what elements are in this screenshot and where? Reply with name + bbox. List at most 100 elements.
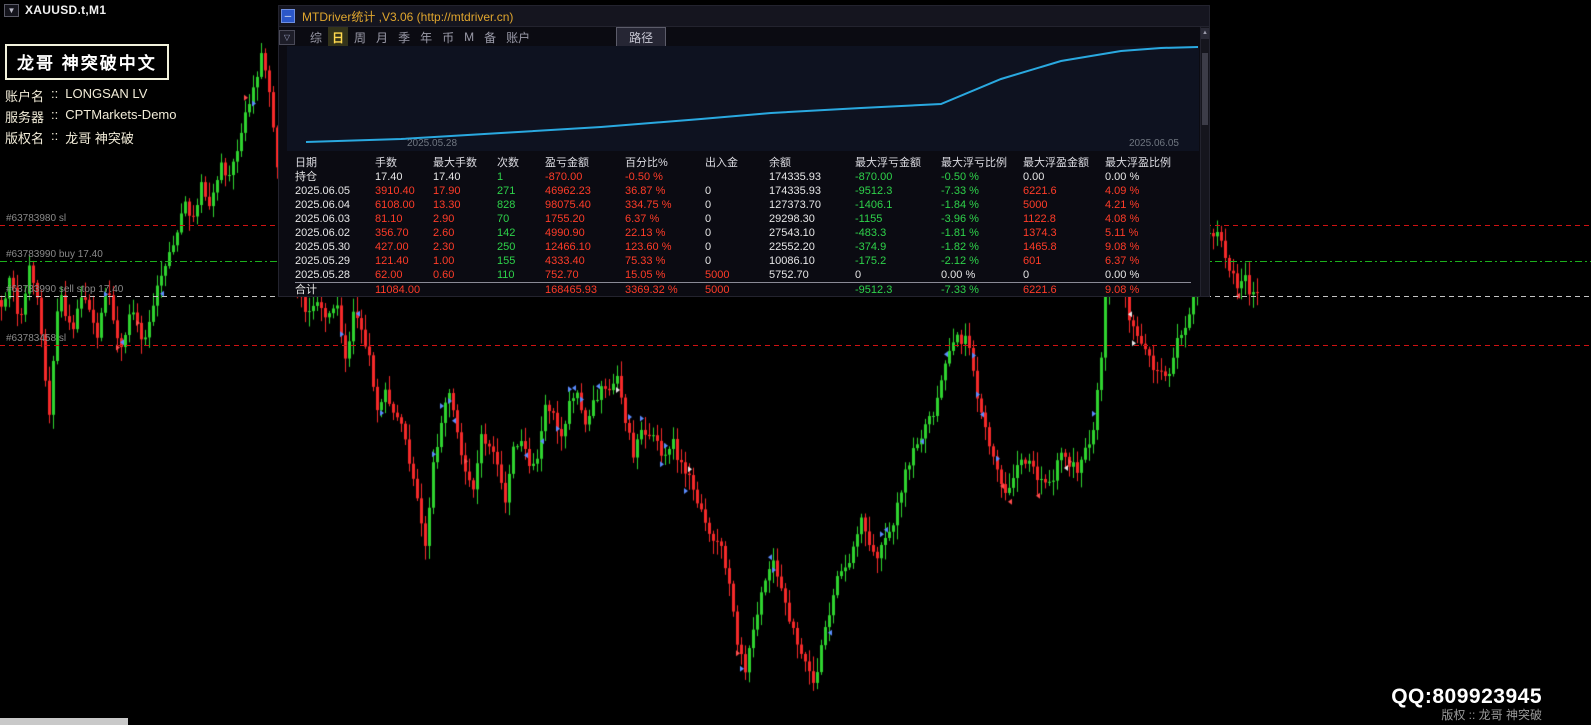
- table-cell: -3.96 %: [941, 213, 979, 225]
- table-cell: 2025.06.03: [295, 213, 351, 225]
- table-cell: -7.33 %: [941, 185, 979, 197]
- column-header: 最大浮盈比例: [1105, 157, 1171, 169]
- table-cell: 0.00 %: [941, 269, 976, 281]
- tab-年[interactable]: 年: [416, 27, 436, 48]
- total-cell: [433, 282, 497, 296]
- table-cell: 1122.8: [1023, 213, 1056, 225]
- tab-月[interactable]: 月: [372, 27, 392, 48]
- total-cell: [769, 282, 855, 296]
- column-header: 百分比%: [625, 157, 668, 169]
- trading-terminal: #63783980 sl #63783990 buy 17.40 #63783990…: [0, 0, 1591, 725]
- column-header: 余额: [769, 157, 791, 169]
- total-cell: 9.08 %: [1105, 282, 1191, 296]
- table-cell: 6108.00: [375, 199, 415, 211]
- copyright-label: 版权名: [5, 131, 45, 146]
- column-header: 最大浮亏比例: [941, 157, 1007, 169]
- table-cell: 0: [705, 185, 712, 197]
- tab-综[interactable]: 综: [306, 27, 326, 48]
- total-cell: 6221.6: [1023, 282, 1105, 296]
- column-header: 盈亏金额: [545, 157, 589, 169]
- equity-start-date: 2025.05.28: [407, 138, 458, 149]
- table-cell: 70: [497, 213, 510, 225]
- table-cell: 1: [497, 171, 504, 183]
- order-line[interactable]: [0, 345, 1591, 346]
- table-cell: -9512.3: [855, 185, 893, 197]
- chart-title-bar: ▼ XAUUSD.t,M1: [0, 0, 106, 20]
- table-cell: 0: [705, 241, 712, 253]
- tab-备[interactable]: 备: [480, 27, 500, 48]
- table-cell: 0.00 %: [1105, 269, 1140, 281]
- column-header: 最大浮盈金额: [1023, 157, 1089, 169]
- table-cell: 4.09 %: [1105, 185, 1140, 197]
- horizontal-scrollbar[interactable]: [0, 718, 128, 725]
- table-cell: -1155: [855, 213, 883, 225]
- column-header: 最大浮亏金额: [855, 157, 921, 169]
- column-header: 最大手数: [433, 157, 477, 169]
- tab-账户[interactable]: 账户: [502, 27, 534, 48]
- table-cell: 6.37 %: [625, 213, 660, 225]
- table-cell: -1.84 %: [941, 199, 979, 211]
- tab-M[interactable]: M: [460, 28, 478, 46]
- table-cell: 123.60 %: [625, 241, 672, 253]
- table-cell: -2.12 %: [941, 255, 979, 267]
- table-cell: 13.30: [433, 199, 461, 211]
- table-cell: 4990.90: [545, 227, 585, 239]
- table-cell: 0: [705, 255, 712, 267]
- table-cell: 1465.8: [1023, 241, 1057, 253]
- table-cell: 75.33 %: [625, 255, 666, 267]
- table-cell: 5.11 %: [1105, 227, 1139, 239]
- table-cell: 5752.70: [769, 269, 809, 281]
- table-cell: 5000: [705, 269, 730, 281]
- total-cell: [497, 282, 545, 296]
- info-row-server: 服务器 :: CPTMarkets-Demo: [5, 107, 177, 126]
- table-cell: 250: [497, 241, 516, 253]
- table-cell: 0.60: [433, 269, 455, 281]
- info-row-account: 账户名 :: LONGSAN LV: [5, 86, 177, 105]
- stats-panel-title: MTDriver统计 ,V3.06 (http://mtdriver.cn): [302, 9, 514, 24]
- table-cell: 62.00: [375, 269, 403, 281]
- table-cell: 81.10: [375, 213, 403, 225]
- table-cell: 17.90: [433, 185, 461, 197]
- table-cell: [705, 170, 769, 184]
- table-cell: 334.75 %: [625, 199, 672, 211]
- table-cell: -1406.1: [855, 199, 893, 211]
- equity-curve-svg: [305, 46, 1199, 143]
- separator: ::: [51, 107, 59, 122]
- panel-window-icon[interactable]: ─: [281, 9, 295, 23]
- table-cell: 22552.20: [769, 241, 815, 253]
- table-cell: 15.05 %: [625, 269, 666, 281]
- chart-menu-icon[interactable]: ▼: [4, 3, 19, 17]
- scrollbar-thumb[interactable]: [1202, 53, 1208, 125]
- column-header: 日期: [295, 157, 317, 169]
- table-cell: 121.40: [375, 255, 409, 267]
- server-value: CPTMarkets-Demo: [65, 107, 177, 122]
- tab-日[interactable]: 日: [328, 26, 349, 48]
- account-value: LONGSAN LV: [65, 86, 148, 101]
- table-cell: -0.50 %: [625, 171, 663, 183]
- path-button[interactable]: 路径: [616, 26, 667, 48]
- copyright-value: 龙哥 神突破: [65, 131, 134, 146]
- info-row-copyright: 版权名 :: 龙哥 神突破: [5, 128, 177, 147]
- collapse-icon[interactable]: ▽: [279, 29, 295, 45]
- table-cell: 1755.20: [545, 213, 585, 225]
- table-cell: 2.30: [433, 241, 455, 253]
- table-cell: 2025.06.05: [295, 185, 351, 197]
- table-cell: 0: [855, 269, 862, 281]
- table-cell: 2025.06.04: [295, 199, 351, 211]
- panel-scrollbar[interactable]: ▲: [1200, 27, 1209, 296]
- table-cell: 427.00: [375, 241, 409, 253]
- tab-币[interactable]: 币: [438, 27, 458, 48]
- tab-季[interactable]: 季: [394, 27, 414, 48]
- table-cell: 9.08 %: [1105, 241, 1140, 253]
- table-cell: 828: [497, 199, 516, 211]
- equity-end-date: 2025.06.05: [1128, 138, 1179, 149]
- table-cell: 110: [497, 269, 515, 281]
- order-line-label: #63783990 buy 17.40: [6, 249, 103, 260]
- stats-panel-titlebar[interactable]: ─ MTDriver统计 ,V3.06 (http://mtdriver.cn): [279, 6, 1209, 27]
- scroll-up-icon[interactable]: ▲: [1201, 28, 1209, 39]
- table-cell: 4.08 %: [1105, 213, 1140, 225]
- table-cell: 6221.6: [1023, 185, 1057, 197]
- tab-周[interactable]: 周: [350, 27, 370, 48]
- stats-table: 日期 手数 最大手数 次数 盈亏金额 百分比% 出入金 余额 最大浮亏金额 最大浮亏比例 最大浮盈金…: [295, 156, 1191, 296]
- table-cell: -1.82 %: [941, 241, 979, 253]
